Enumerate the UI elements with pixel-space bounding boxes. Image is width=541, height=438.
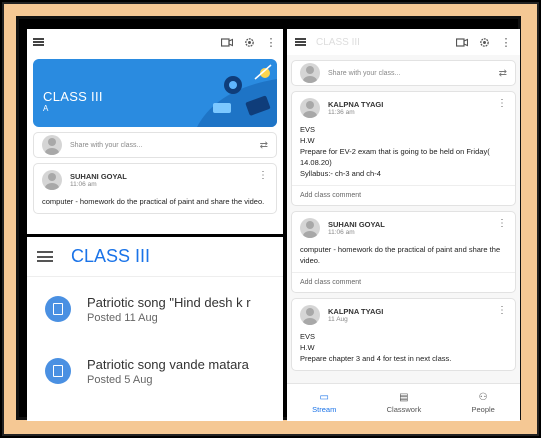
top-bar: CLASS III ⋮ bbox=[287, 29, 520, 55]
post-time: 11:36 am bbox=[328, 109, 355, 116]
collage-container: ⋮ CLASS III A Share with your class... ⇄ bbox=[16, 16, 521, 421]
menu-icon[interactable] bbox=[295, 38, 306, 46]
post-line: EVS bbox=[300, 332, 316, 341]
gear-icon[interactable] bbox=[478, 36, 490, 48]
post-more-icon[interactable]: ⋮ bbox=[497, 98, 507, 109]
announcement-post[interactable]: KALPNA TYAGI 11:36 am ⋮ EVS H.W Prepare … bbox=[291, 91, 516, 206]
post-body: computer - homework do the practical of … bbox=[300, 244, 507, 266]
post-line: H.W bbox=[300, 343, 315, 352]
list-item[interactable]: Patriotic song "Hind desh k r Posted 11 … bbox=[27, 281, 283, 337]
menu-icon[interactable] bbox=[33, 38, 44, 46]
post-line: Syllabus:- ch-3 and ch-4 bbox=[300, 169, 381, 178]
avatar bbox=[300, 305, 320, 325]
add-comment-link[interactable]: Add class comment bbox=[292, 272, 515, 286]
post-author: KALPNA TYAGI bbox=[328, 307, 384, 316]
more-icon[interactable]: ⋮ bbox=[265, 36, 277, 49]
announcement-post[interactable]: SUHANI GOYAL 11:06 am ⋮ computer - homew… bbox=[33, 163, 277, 214]
assignment-icon bbox=[45, 296, 71, 322]
bottom-navigation: ▭ Stream ▤ Classwork ⚇ People bbox=[287, 383, 520, 421]
more-icon[interactable]: ⋮ bbox=[500, 36, 512, 49]
add-comment-link[interactable]: Add class comment bbox=[292, 185, 515, 199]
avatar bbox=[42, 135, 62, 155]
post-author: KALPNA TYAGI bbox=[328, 100, 384, 109]
video-icon[interactable] bbox=[456, 36, 468, 48]
top-bar: ⋮ bbox=[27, 29, 283, 55]
announcement-post[interactable]: SUHANI GOYAL 11:06 am ⋮ computer - homew… bbox=[291, 211, 516, 293]
tab-label: People bbox=[471, 404, 495, 414]
classroom-stream-panel: ⋮ CLASS III A Share with your class... ⇄ bbox=[27, 29, 283, 234]
share-placeholder: Share with your class... bbox=[70, 141, 143, 149]
item-date: Posted 5 Aug bbox=[87, 373, 153, 386]
post-author: SUHANI GOYAL bbox=[70, 172, 127, 181]
item-date: Posted 11 Aug bbox=[87, 311, 158, 324]
post-line: Prepare for EV-2 exam that is going to b… bbox=[300, 147, 490, 167]
share-box[interactable]: Share with your class... ⇄ bbox=[291, 60, 516, 86]
tab-people[interactable]: ⚇ People bbox=[471, 392, 494, 414]
video-icon[interactable] bbox=[221, 36, 233, 48]
post-more-icon[interactable]: ⋮ bbox=[258, 170, 268, 181]
avatar bbox=[300, 218, 320, 238]
share-placeholder: Share with your class... bbox=[328, 69, 401, 77]
stream-panel: CLASS III ⋮ Share with your class... ⇄ K… bbox=[287, 29, 520, 421]
post-body: EVS H.W Prepare chapter 3 and 4 for test… bbox=[300, 331, 507, 364]
repost-icon[interactable]: ⇄ bbox=[499, 68, 507, 79]
banner-illustration-icon bbox=[197, 64, 277, 127]
avatar bbox=[42, 170, 62, 190]
repost-icon[interactable]: ⇄ bbox=[260, 140, 268, 151]
classwork-icon: ▤ bbox=[399, 391, 409, 403]
post-time: 11 Aug bbox=[328, 316, 348, 323]
avatar bbox=[300, 98, 320, 118]
item-title: Patriotic song "Hind desh k r bbox=[87, 294, 251, 310]
post-body: EVS H.W Prepare for EV-2 exam that is go… bbox=[300, 124, 507, 179]
menu-icon[interactable] bbox=[37, 251, 53, 262]
list-item[interactable]: Patriotic song vande matara Posted 5 Aug bbox=[27, 343, 283, 399]
classwork-panel: CLASS III Patriotic song "Hind desh k r … bbox=[27, 237, 283, 421]
classwork-header: CLASS III bbox=[27, 237, 283, 277]
people-icon: ⚇ bbox=[478, 391, 488, 403]
share-box[interactable]: Share with your class... ⇄ bbox=[33, 132, 277, 158]
post-more-icon[interactable]: ⋮ bbox=[497, 218, 507, 229]
post-more-icon[interactable]: ⋮ bbox=[497, 305, 507, 316]
tab-label: Stream bbox=[312, 404, 337, 414]
page-title: CLASS III bbox=[71, 246, 151, 266]
avatar bbox=[300, 63, 320, 83]
class-section: A bbox=[43, 104, 49, 113]
tab-label: Classwork bbox=[386, 404, 422, 414]
stream-icon: ▭ bbox=[319, 391, 329, 403]
tab-stream[interactable]: ▭ Stream bbox=[312, 392, 336, 414]
header-title: CLASS III bbox=[316, 36, 360, 48]
stream-feed[interactable]: Share with your class... ⇄ KALPNA TYAGI … bbox=[287, 55, 520, 383]
class-banner[interactable]: CLASS III A bbox=[33, 59, 277, 127]
tab-classwork[interactable]: ▤ Classwork bbox=[387, 392, 422, 414]
post-body: computer - homework do the practical of … bbox=[42, 197, 265, 206]
post-time: 11:06 am bbox=[328, 229, 355, 236]
announcement-post[interactable]: KALPNA TYAGI 11 Aug ⋮ EVS H.W Prepare ch… bbox=[291, 298, 516, 371]
gear-icon[interactable] bbox=[243, 36, 255, 48]
post-line: EVS bbox=[300, 125, 316, 134]
item-title: Patriotic song vande matara bbox=[87, 356, 249, 372]
post-line: computer - homework do the practical of … bbox=[300, 245, 501, 265]
post-line: H.W bbox=[300, 136, 315, 145]
assignment-icon bbox=[45, 358, 71, 384]
post-time: 11:06 am bbox=[70, 181, 97, 188]
post-author: SUHANI GOYAL bbox=[328, 220, 385, 229]
class-title: CLASS III bbox=[43, 89, 103, 104]
post-line: Prepare chapter 3 and 4 for test in next… bbox=[300, 354, 452, 363]
